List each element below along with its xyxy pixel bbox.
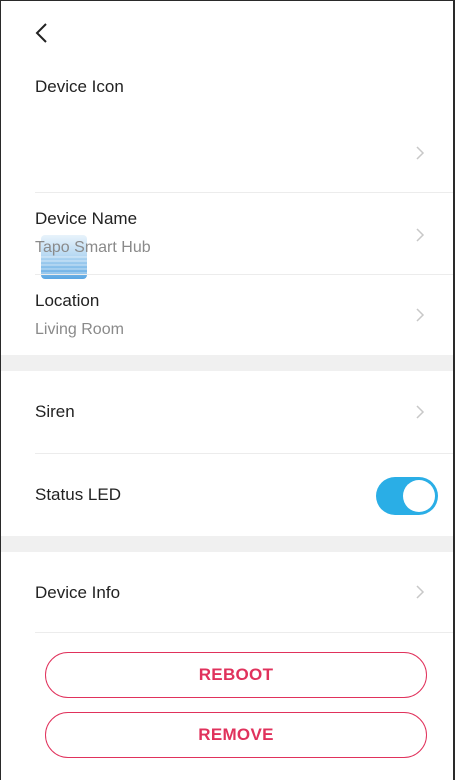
device-name-value: Tapo Smart Hub: [35, 239, 151, 256]
remove-button[interactable]: REMOVE: [45, 712, 427, 758]
chevron-right-icon: [416, 405, 425, 419]
back-button[interactable]: [27, 19, 55, 47]
device-info-title: Device Info: [35, 583, 121, 602]
device-info-row[interactable]: Device Info: [1, 552, 454, 632]
chevron-right-icon: [416, 308, 425, 322]
chevron-right-icon: [416, 585, 425, 599]
siren-row[interactable]: Siren: [1, 371, 454, 453]
section-separator: [1, 355, 454, 371]
device-icon-label: Device Icon: [35, 77, 124, 96]
location-row[interactable]: Location Living Room: [1, 275, 454, 355]
toggle-knob: [403, 480, 435, 512]
chevron-right-icon: [416, 146, 425, 160]
status-led-title: Status LED: [35, 485, 121, 504]
device-icon-row[interactable]: [1, 113, 454, 279]
siren-title: Siren: [35, 402, 75, 421]
location-value: Living Room: [35, 321, 124, 338]
reboot-button[interactable]: REBOOT: [45, 652, 427, 698]
status-led-toggle[interactable]: [376, 477, 438, 515]
divider: [35, 632, 454, 633]
chevron-right-icon: [416, 228, 425, 242]
chevron-left-icon: [35, 23, 47, 43]
device-settings-screen: Device Icon Device Name Tapo Smart Hub L…: [0, 0, 455, 780]
section-separator: [1, 536, 454, 552]
device-name-title: Device Name: [35, 209, 138, 228]
location-title: Location: [35, 291, 100, 310]
device-name-row[interactable]: Device Name Tapo Smart Hub: [1, 193, 454, 275]
